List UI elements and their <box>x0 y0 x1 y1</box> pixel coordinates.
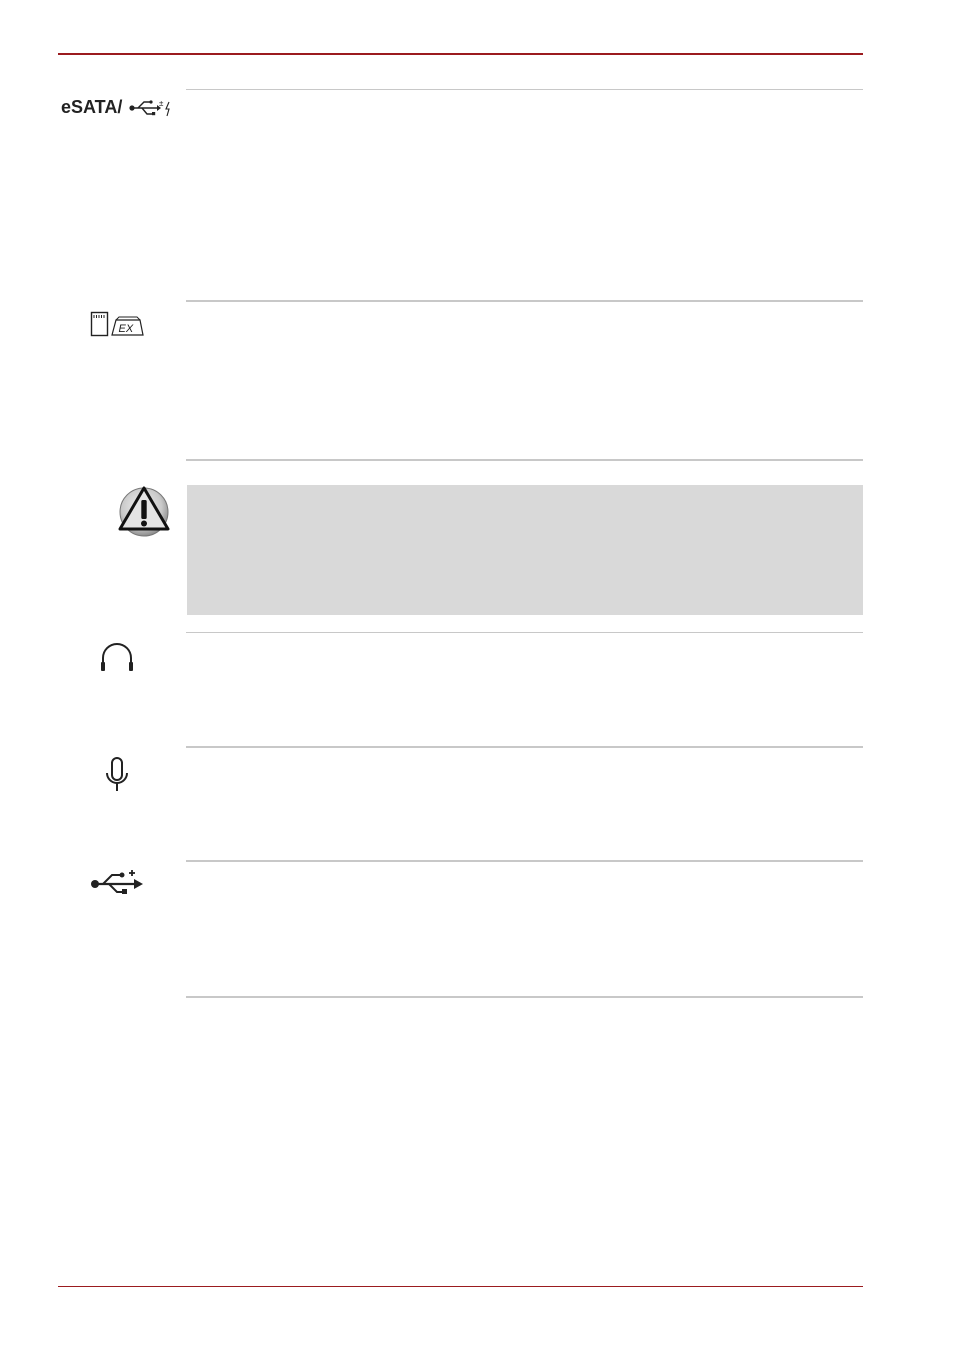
caution-warning-icon <box>118 486 170 537</box>
section-divider <box>186 300 863 302</box>
footer-rule <box>58 1286 863 1287</box>
section-divider <box>186 632 863 633</box>
svg-text:±: ± <box>159 99 164 108</box>
header-rule <box>58 53 863 55</box>
bridge-media-slot-icon: EX <box>90 311 144 337</box>
section-divider <box>186 996 863 998</box>
esata-label: eSATA/ <box>61 97 123 117</box>
section-divider <box>186 459 863 461</box>
esata-usb-sleep-charge-icon: ± <box>129 99 170 117</box>
bridge-media-icon-text: EX <box>119 323 134 335</box>
usb-port-icon <box>91 870 143 894</box>
headphone-jack-icon <box>101 643 133 671</box>
section-divider <box>186 746 863 748</box>
section-divider <box>186 89 863 90</box>
caution-box <box>187 485 863 615</box>
microphone-jack-icon <box>106 757 128 791</box>
section-divider <box>186 860 863 862</box>
